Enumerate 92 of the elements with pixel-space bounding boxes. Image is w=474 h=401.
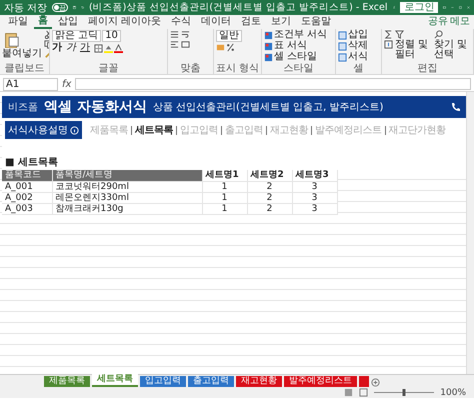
table-cell: 참깨크래커130g xyxy=(52,203,202,214)
memo-button[interactable]: 메모 xyxy=(450,16,470,28)
table-cell: A_003 xyxy=(2,203,52,214)
table-cell: 1 xyxy=(202,192,247,203)
table-cell: A_002 xyxy=(2,192,52,203)
zoom-level: 100% xyxy=(440,388,466,398)
function-label[interactable]: fx xyxy=(62,78,72,90)
group-label: 표시 형식 xyxy=(216,63,259,74)
sheet-tab[interactable]: 재고현황 xyxy=(236,376,282,387)
column-header: 세트명2 xyxy=(247,170,292,181)
table-cell: 2 xyxy=(247,181,292,192)
autosave-label: 자동 저장 xyxy=(4,2,48,14)
group-label: 클립보드 xyxy=(4,63,46,74)
share-button[interactable]: 공유 xyxy=(428,16,448,28)
table-cell: A_001 xyxy=(2,181,52,192)
login-button[interactable]: 로그인 xyxy=(400,2,438,13)
cell-button[interactable]: 삭제 xyxy=(338,41,368,51)
guide-button[interactable]: 서식사용설명 xyxy=(5,121,82,139)
table-cell: 2 xyxy=(247,192,292,203)
info-icon[interactable] xyxy=(70,126,79,134)
number-format-dropdown[interactable]: 일반 xyxy=(216,30,242,42)
group-label: 편집 xyxy=(416,63,438,74)
menu-tab[interactable]: 삽입 xyxy=(54,16,82,28)
fill-color-icon[interactable] xyxy=(104,44,113,52)
group-label: 글꼴 xyxy=(98,63,120,74)
style-button[interactable]: 셀 스타일 xyxy=(264,52,328,62)
group-label: 맞춤 xyxy=(180,63,202,74)
menu-tab[interactable]: 페이지 레이아웃 xyxy=(84,16,166,28)
table-cell: 2 xyxy=(247,203,292,214)
font-size-dropdown[interactable]: 10 xyxy=(102,30,121,42)
phone-icon xyxy=(450,102,460,112)
editing-button[interactable]: 정렬 및 필터 xyxy=(395,30,432,60)
table-cell: 1 xyxy=(202,203,247,214)
style-icon[interactable] xyxy=(264,42,273,50)
menu-tab[interactable]: 도움말 xyxy=(297,16,336,28)
menu-tab[interactable]: 파일 xyxy=(4,16,32,28)
sheet-tab[interactable]: 출고입력 xyxy=(188,376,234,387)
align-top-icon[interactable] xyxy=(170,30,179,39)
banner-title: 엑셀 자동화서식 xyxy=(44,98,147,116)
brand-label: 비즈폼 xyxy=(8,101,38,114)
cell-button[interactable]: 삽입 xyxy=(338,30,368,40)
sheet-tab[interactable]: 제품목록 xyxy=(44,376,90,387)
align-left-icon[interactable] xyxy=(170,40,179,49)
font-dropdown[interactable]: 맑은 고딕 xyxy=(52,30,102,42)
formula-input[interactable] xyxy=(75,78,471,90)
window-title: (비즈폼)상품 선입선출관리(건별세트별 입출고 발주리스트) - Excel xyxy=(88,2,388,14)
font-color-icon[interactable] xyxy=(114,44,123,52)
nav-link[interactable]: 세트목록 xyxy=(135,123,173,137)
table-cell: 1 xyxy=(202,181,247,192)
editing-button[interactable]: 찾기 및 선택 xyxy=(434,30,471,60)
group-label: 셀 xyxy=(352,63,364,74)
clipboard-icon[interactable] xyxy=(2,30,20,48)
vertical-scrollbar[interactable] xyxy=(466,92,474,374)
cell-button[interactable]: 서식 xyxy=(338,52,368,62)
style-button[interactable]: 표 서식 xyxy=(264,41,328,51)
table-cell: 레몬오렌지330ml xyxy=(52,192,202,203)
table-cell: 코코넛워터290ml xyxy=(52,181,202,192)
sheet-tab[interactable]: 발주예정리스트 xyxy=(284,376,357,387)
sheet-tab[interactable]: 세트목록 xyxy=(92,374,138,387)
menu-tab[interactable]: 보기 xyxy=(267,16,296,28)
sheet-tab[interactable]: 입고입력 xyxy=(140,376,186,387)
format-button[interactable]: 가 xyxy=(80,43,90,53)
format-button[interactable]: 가 xyxy=(66,43,76,53)
style-icon[interactable] xyxy=(264,30,273,40)
border-icon[interactable] xyxy=(94,44,103,52)
merge-cells-icon[interactable] xyxy=(181,40,190,49)
filter-icon[interactable] xyxy=(395,30,404,39)
column-header: 품목명/세트명 xyxy=(52,170,202,181)
menu-tab[interactable]: 검토 xyxy=(237,16,266,28)
menu-tab[interactable]: 데이터 xyxy=(197,16,236,28)
sum-icon[interactable] xyxy=(384,30,393,39)
table-cell: 3 xyxy=(292,203,337,214)
name-box[interactable]: A1 xyxy=(3,78,58,90)
table-cell: 3 xyxy=(292,181,337,192)
style-button[interactable]: 조건부 서식 xyxy=(264,30,328,40)
column-header: 세트명3 xyxy=(292,170,337,181)
normal-view-icon[interactable] xyxy=(344,388,354,397)
banner-subtitle: 상품 선입선출관리(건별세트별 입출고, 발주리스트) xyxy=(152,101,384,114)
wrap-text-icon[interactable] xyxy=(181,30,190,39)
style-icon[interactable] xyxy=(264,52,273,62)
percent-icon[interactable] xyxy=(226,43,235,52)
column-header: 세트명1 xyxy=(202,170,247,181)
table-cell: 3 xyxy=(292,192,337,203)
page-layout-icon[interactable] xyxy=(359,388,368,397)
menu-tab[interactable]: 수식 xyxy=(167,16,196,28)
format-button[interactable]: 가 xyxy=(52,43,62,53)
group-label: 스타일 xyxy=(282,63,314,74)
column-header: 품목코드 xyxy=(2,170,52,181)
fill-icon[interactable] xyxy=(384,40,393,49)
paste-button[interactable]: 붙여넣기 xyxy=(2,30,42,59)
add-sheet-icon[interactable] xyxy=(371,378,380,387)
section-title: ■ 세트목록 xyxy=(2,156,466,170)
